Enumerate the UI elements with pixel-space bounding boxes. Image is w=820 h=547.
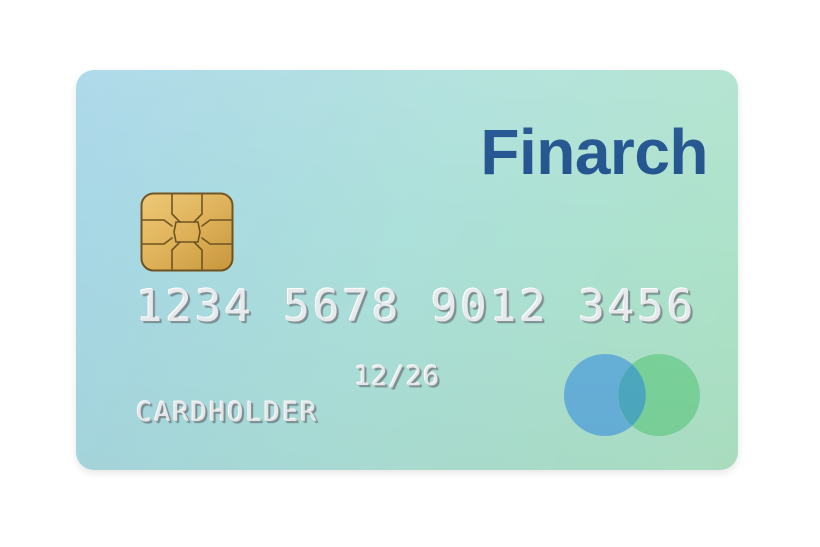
card-expiry: 12/26 [354, 361, 441, 392]
emv-chip-icon [140, 192, 234, 272]
card-brand-name: Finarch [480, 116, 708, 188]
credit-card: Finarch 1234 5678 9012 3456 12/26 CARDHO… [76, 70, 738, 470]
network-logo-icon [562, 352, 702, 438]
cardholder-name: CARDHOLDER [136, 397, 319, 428]
card-number: 1234 5678 9012 3456 [136, 281, 697, 332]
